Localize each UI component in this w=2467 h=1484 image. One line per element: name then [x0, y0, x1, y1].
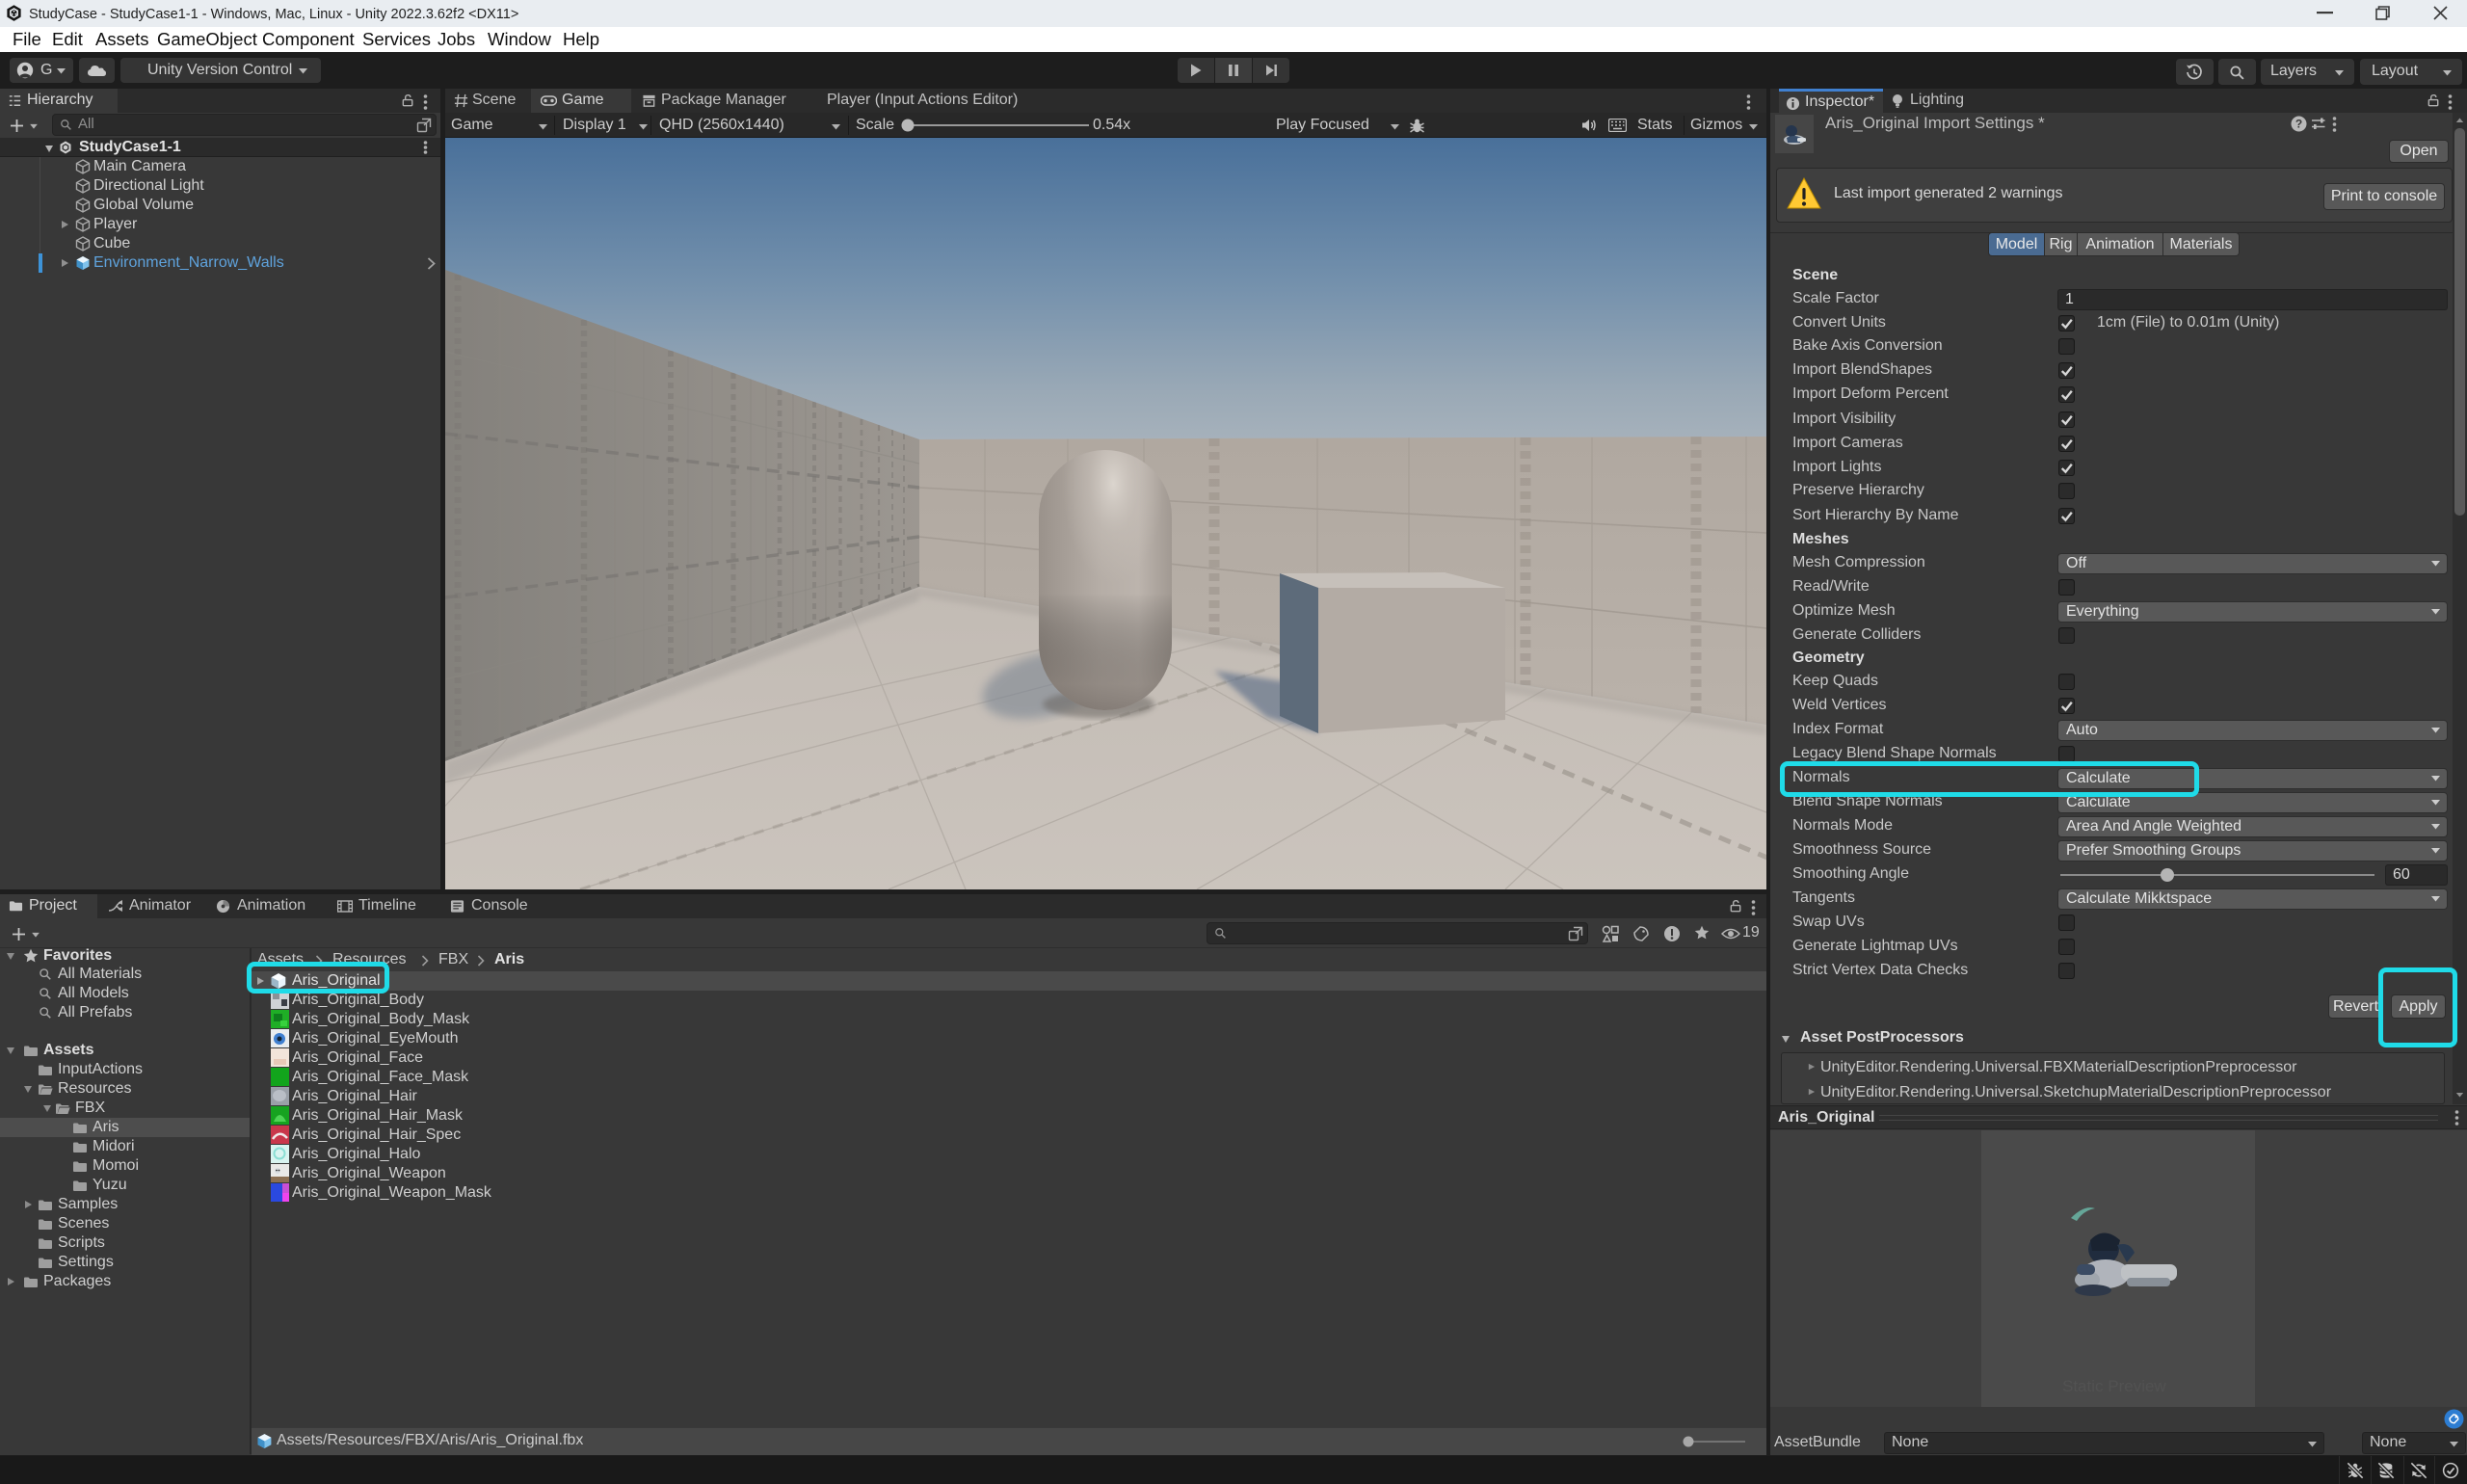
svg-text:?: ?: [2295, 118, 2302, 131]
